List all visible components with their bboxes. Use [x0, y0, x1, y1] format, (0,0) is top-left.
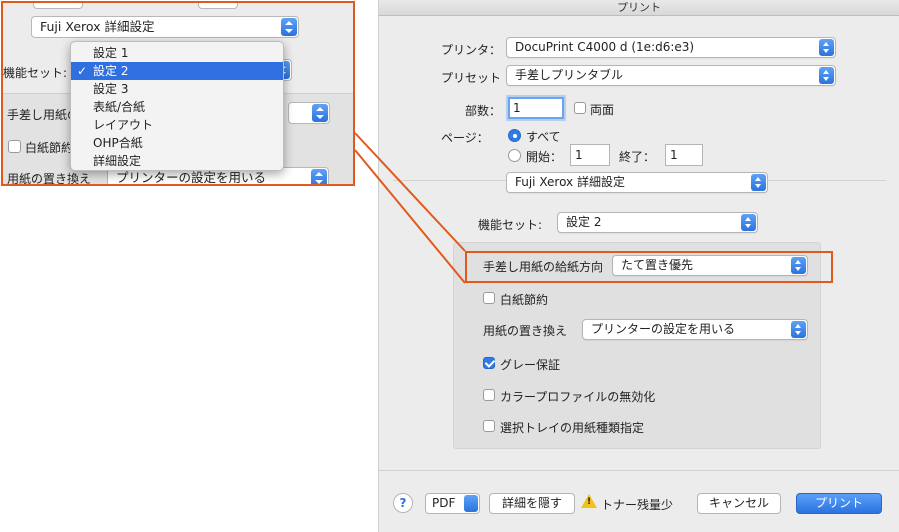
checkmark-icon: ✓: [77, 64, 88, 78]
printer-value: DocuPrint C4000 d (1e:d6:e3): [515, 40, 695, 54]
chevron-updown-icon: [281, 18, 297, 36]
inset-econ-label: 白紙節約: [25, 141, 74, 155]
pages-to-input[interactable]: 1: [665, 144, 703, 166]
menu-item-setting-3[interactable]: 設定 3: [71, 80, 283, 98]
pages-to-label: 終了：: [619, 150, 656, 164]
section-popup-label: Fuji Xerox 詳細設定: [515, 175, 625, 189]
help-button[interactable]: ?: [393, 493, 413, 513]
preset-popup[interactable]: 手差しプリンタブル: [506, 65, 836, 86]
pages-all-radio[interactable]: [508, 129, 521, 142]
menu-item-label: OHP合紙: [93, 136, 143, 150]
menu-item-advanced[interactable]: 詳細設定: [71, 152, 283, 170]
pdf-label: PDF: [432, 496, 456, 510]
replace-popup[interactable]: プリンターの設定を用いる: [582, 319, 808, 340]
dialog-title: プリント: [379, 0, 899, 16]
inset-feature-set-label: 機能セット:: [3, 66, 68, 80]
inset-econ-checkbox[interactable]: [8, 140, 21, 153]
pages-from-label: 開始：: [526, 150, 563, 164]
inset-tray-label: 手差し用紙の: [7, 108, 80, 122]
menu-item-label: 設定 2: [93, 64, 129, 78]
econ-label: 白紙節約: [500, 293, 549, 307]
gray-checkbox[interactable]: [483, 357, 495, 369]
warning-icon: !: [581, 494, 597, 508]
chevron-updown-icon: [791, 321, 806, 338]
printer-label: プリンタ：: [441, 43, 502, 57]
chevron-down-icon: [464, 495, 478, 512]
cancel-button[interactable]: キャンセル: [697, 493, 781, 514]
duplex-checkbox[interactable]: [574, 102, 586, 114]
gray-label: グレー保証: [500, 358, 561, 372]
inset-replace-value: プリンターの設定を用いる: [116, 170, 267, 185]
chevron-updown-icon: [751, 174, 766, 191]
inset-preset-popup[interactable]: Fuji Xerox 詳細設定: [31, 16, 299, 38]
hide-details-button[interactable]: 詳細を隠す: [489, 493, 575, 514]
menu-item-label: 設定 1: [93, 46, 129, 60]
inset-top-control-2: [198, 3, 238, 9]
menu-item-layout[interactable]: レイアウト: [71, 116, 283, 134]
profile-checkbox[interactable]: [483, 389, 495, 401]
callout-highlight: [465, 251, 833, 283]
inset-preset-popup-label: Fuji Xerox 詳細設定: [40, 19, 155, 34]
menu-item-label: 詳細設定: [93, 154, 142, 168]
replace-value: プリンターの設定を用いる: [591, 322, 736, 336]
inset-tray-popup[interactable]: [288, 102, 330, 124]
feature-set-popup[interactable]: 設定 2: [557, 212, 758, 233]
replace-label: 用紙の置き換え: [483, 324, 568, 338]
menu-item-label: 表紙/合紙: [93, 100, 146, 114]
inset-top-control-1: [33, 3, 83, 9]
menu-item-label: レイアウト: [93, 118, 154, 132]
toner-warning: トナー残量少: [601, 498, 674, 512]
chevron-updown-icon: [819, 39, 834, 56]
chevron-updown-icon: [819, 67, 834, 84]
feature-set-value: 設定 2: [566, 215, 602, 229]
feature-set-label: 機能セット:: [478, 218, 543, 232]
chevron-updown-icon: [312, 104, 328, 122]
preset-label: プリセット: [441, 71, 502, 85]
menu-item-setting-1[interactable]: 設定 1: [71, 44, 283, 62]
copies-input[interactable]: 1: [508, 97, 564, 119]
print-button[interactable]: プリント: [796, 493, 882, 514]
footer-divider: [379, 470, 899, 471]
section-popup[interactable]: Fuji Xerox 詳細設定: [506, 172, 768, 193]
pages-range-radio[interactable]: [508, 149, 521, 162]
pdf-button[interactable]: PDF: [425, 493, 480, 514]
pages-from-input[interactable]: 1: [570, 144, 610, 166]
econ-checkbox[interactable]: [483, 292, 495, 304]
preset-value: 手差しプリンタブル: [515, 68, 624, 82]
menu-item-setting-2[interactable]: ✓ 設定 2: [71, 62, 283, 80]
chevron-updown-icon: [311, 169, 327, 184]
feature-set-menu: 設定 1 ✓ 設定 2 設定 3 表紙/合紙 レイアウト OHP合紙 詳細設定: [70, 41, 284, 171]
chevron-updown-icon: [741, 214, 756, 231]
profile-label: カラープロファイルの無効化: [500, 390, 656, 404]
menu-item-cover[interactable]: 表紙/合紙: [71, 98, 283, 116]
tray-select-label: 選択トレイの用紙種類指定: [500, 421, 645, 435]
zoom-inset: Fuji Xerox 詳細設定 機能セット: 手差し用紙の 白紙節約 用紙の置き…: [1, 1, 355, 186]
duplex-label: 両面: [590, 103, 615, 117]
menu-item-ohp[interactable]: OHP合紙: [71, 134, 283, 152]
tray-select-checkbox[interactable]: [483, 420, 495, 432]
copies-label: 部数：: [465, 104, 502, 118]
printer-popup[interactable]: DocuPrint C4000 d (1e:d6:e3): [506, 37, 836, 58]
menu-item-label: 設定 3: [93, 82, 129, 96]
pages-label: ページ：: [441, 131, 489, 145]
inset-replace-label: 用紙の置き換え: [7, 172, 92, 186]
pages-all-label: すべて: [526, 130, 561, 144]
print-dialog: プリント プリンタ： DocuPrint C4000 d (1e:d6:e3) …: [378, 0, 899, 532]
